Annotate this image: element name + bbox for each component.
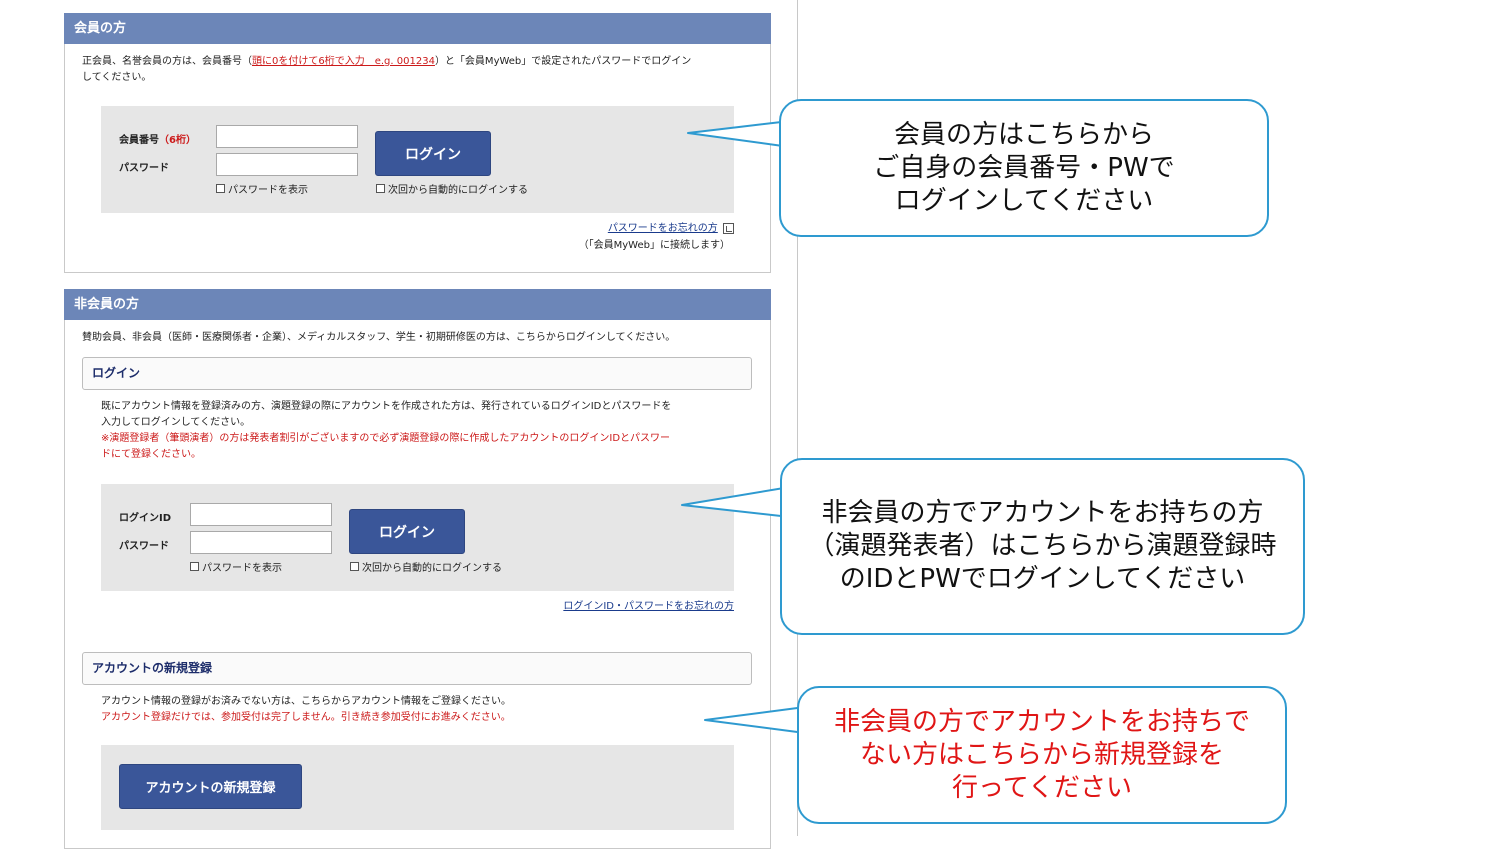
callout-member: 会員の方はこちらから ご自身の会員番号・PWで ログインしてください <box>779 99 1269 237</box>
nonmember-panel-header: 非会員の方 <box>64 289 771 320</box>
member-password-input[interactable] <box>216 153 358 176</box>
callout-member-line-1: 会員の方はこちらから <box>893 119 1154 150</box>
nonmember-show-password-checkbox[interactable]: パスワードを表示 <box>190 559 282 574</box>
member-panel-header: 会員の方 <box>64 13 771 44</box>
nonmember-password-label: パスワード <box>119 541 169 552</box>
callout-nonmember-login: 非会員の方でアカウントをお持ちの方 （演題発表者）はこちらから演題登録時 のID… <box>780 458 1305 635</box>
member-auto-login-checkbox[interactable]: 次回から自動的にログインする <box>376 181 528 196</box>
callout-nonmember-register-line-3: 行ってください <box>952 772 1132 803</box>
member-login-button[interactable]: ログイン <box>375 131 491 176</box>
member-desc-suffix-2: してください。 <box>82 72 152 83</box>
nonmember-register-description: アカウント情報の登録がお済みでない方は、こちらからアカウント情報をご登録ください… <box>101 694 751 726</box>
member-id-input[interactable] <box>216 125 358 148</box>
nonmember-login-warning-2: ドにて登録ください。 <box>101 449 201 460</box>
checkbox-icon <box>350 562 359 571</box>
member-number-format-link[interactable]: 頭に0を付けて6桁で入力 e.g. 001234 <box>252 56 435 67</box>
member-desc-prefix: 正会員、名誉会員の方は、会員番号（ <box>82 56 252 67</box>
callout-nonmember-register-line-2: ない方はこちらから新規登録を <box>859 739 1224 770</box>
member-password-label: パスワード <box>119 163 169 174</box>
nonmember-password-input[interactable] <box>190 531 332 554</box>
member-auto-login-label: 次回から自動的にログインする <box>388 185 528 196</box>
nonmember-description: 賛助会員、非会員（医師・医療関係者・企業）、メディカルスタッフ、学生・初期研修医… <box>82 332 676 343</box>
nonmember-login-desc-2: 入力してログインしてください。 <box>101 417 251 428</box>
callout-nonmember-login-line-2: （演題発表者）はこちらから演題登録時 <box>808 531 1277 561</box>
member-myweb-note: （「会員MyWeb」に接続します） <box>578 240 730 251</box>
checkbox-icon <box>376 184 385 193</box>
external-link-icon[interactable] <box>723 222 734 234</box>
nonmember-login-section-title: ログイン <box>82 357 752 390</box>
member-forgot-row: パスワードをお忘れの方 <box>560 221 734 237</box>
member-id-label-text: 会員番号 <box>119 135 159 146</box>
nonmember-forgot-link[interactable]: ログインID・パスワードをお忘れの方 <box>563 601 734 612</box>
callout-nonmember-register-line-1: 非会員の方でアカウントをお持ちで <box>833 706 1250 737</box>
member-desc-suffix: ）と「会員MyWeb」で設定されたパスワードでログイン <box>434 56 692 67</box>
callout-member-line-2: ご自身の会員番号・PWで <box>873 152 1175 183</box>
nonmember-show-password-label: パスワードを表示 <box>202 563 282 574</box>
callout-member-line-3: ログインしてください <box>894 185 1154 216</box>
nonmember-register-section-title: アカウントの新規登録 <box>82 652 752 685</box>
nonmember-auto-login-checkbox[interactable]: 次回から自動的にログインする <box>350 559 502 574</box>
member-show-password-checkbox[interactable]: パスワードを表示 <box>216 181 308 196</box>
member-forgot-password-link[interactable]: パスワードをお忘れの方 <box>608 223 718 234</box>
member-id-label-note: （6桁） <box>159 135 196 146</box>
nonmember-id-input[interactable] <box>190 503 332 526</box>
nonmember-register-warning: アカウント登録だけでは、参加受付は完了しません。引き続き参加受付にお進みください… <box>101 712 511 723</box>
nonmember-register-desc: アカウント情報の登録がお済みでない方は、こちらからアカウント情報をご登録ください… <box>101 696 511 707</box>
member-description: 正会員、名誉会員の方は、会員番号（頭に0を付けて6桁で入力 e.g. 00123… <box>82 54 752 86</box>
checkbox-icon <box>216 184 225 193</box>
nonmember-forgot-row: ログインID・パスワードをお忘れの方 <box>480 599 734 615</box>
callout-nonmember-login-line-1: 非会員の方でアカウントをお持ちの方 <box>821 498 1264 528</box>
nonmember-id-label: ログインID <box>119 513 172 524</box>
callout-nonmember-login-line-3: のIDとPWでログインしてください <box>839 564 1246 594</box>
nonmember-login-button[interactable]: ログイン <box>349 509 465 554</box>
register-account-button[interactable]: アカウントの新規登録 <box>119 764 302 809</box>
nonmember-login-description: 既にアカウント情報を登録済みの方、演題登録の際にアカウントを作成された方は、発行… <box>101 399 751 463</box>
nonmember-login-warning-1: ※演題登録者（筆頭演者）の方は発表者割引がございますので必ず演題登録の際に作成し… <box>101 433 671 444</box>
member-show-password-label: パスワードを表示 <box>228 185 308 196</box>
callout-nonmember-register: 非会員の方でアカウントをお持ちで ない方はこちらから新規登録を 行ってください <box>797 686 1287 824</box>
nonmember-login-desc-1: 既にアカウント情報を登録済みの方、演題登録の際にアカウントを作成された方は、発行… <box>101 401 672 412</box>
checkbox-icon <box>190 562 199 571</box>
member-id-label: 会員番号（6桁） <box>119 131 196 146</box>
nonmember-auto-login-label: 次回から自動的にログインする <box>362 563 502 574</box>
